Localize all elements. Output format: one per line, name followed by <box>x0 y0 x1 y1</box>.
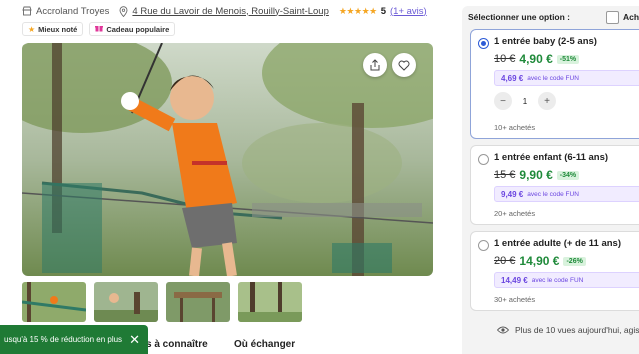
badge-best-rated: ★ Mieux noté <box>22 22 84 36</box>
price-row: 10 € 4,90 € -51% <box>494 52 580 66</box>
option-radio[interactable] <box>478 154 489 165</box>
sold-count: 30+ achetés <box>494 295 536 304</box>
sold-count: 20+ achetés <box>494 209 536 218</box>
rating-stars-icon: ★★★★★ <box>338 5 377 16</box>
new-price: 14,90 € <box>519 254 560 268</box>
code-price: 9,49 € <box>501 189 524 199</box>
option-title: 1 entrée adulte (+ de 11 ans) <box>494 238 621 249</box>
place-name: Accroland Troyes <box>36 5 110 17</box>
listing-info-bar: Accroland Troyes 4 Rue du Lavoir de Meno… <box>22 3 427 19</box>
star-icon: ★ <box>28 24 36 34</box>
hero-photo[interactable] <box>22 43 433 276</box>
share-icon <box>370 59 380 71</box>
discount-badge: -34% <box>556 170 580 180</box>
options-heading: Sélectionner une option : <box>468 12 571 22</box>
address-link[interactable]: 4 Rue du Lavoir de Menois, Rouilly-Saint… <box>132 6 328 17</box>
thumbnail-3[interactable] <box>166 282 230 322</box>
views-text: Plus de 10 vues aujourd'hui, agis <box>515 325 639 335</box>
code-price: 14,49 € <box>501 275 528 285</box>
gift-checkbox[interactable] <box>606 11 619 24</box>
thumbnail-4[interactable] <box>238 282 302 322</box>
option-card-adult[interactable]: 1 entrée adulte (+ de 11 ans) 20 € 14,90… <box>470 231 639 311</box>
badge-label: Cadeau populaire <box>106 24 170 34</box>
reviews-link[interactable]: (1+ avis) <box>390 6 427 17</box>
promo-code-box: 4,69 € avec le code FUN <box>494 70 639 86</box>
thumbnail-2[interactable] <box>94 282 158 322</box>
views-info: Plus de 10 vues aujourd'hui, agis <box>497 325 639 335</box>
store-icon <box>22 6 32 16</box>
share-button[interactable] <box>363 53 387 77</box>
discount-badge: -51% <box>556 54 580 64</box>
price-row: 15 € 9,90 € -34% <box>494 168 580 182</box>
promo-code-box: 9,49 € avec le code FUN <box>494 186 639 202</box>
code-price: 4,69 € <box>501 73 524 83</box>
favorite-button[interactable] <box>392 53 416 77</box>
minus-button[interactable]: − <box>494 92 512 110</box>
option-title: 1 entrée enfant (6-11 ans) <box>494 152 609 163</box>
quantity-stepper: − 1 + <box>494 92 556 110</box>
old-price: 10 € <box>494 53 516 65</box>
option-card-child[interactable]: 1 entrée enfant (6-11 ans) 15 € 9,90 € -… <box>470 145 639 225</box>
thumbnail-strip <box>22 282 302 322</box>
option-radio[interactable] <box>478 38 489 49</box>
map-pin-icon <box>119 5 128 17</box>
gift-icon <box>95 24 104 34</box>
option-title: 1 entrée baby (2-5 ans) <box>494 36 597 47</box>
new-price: 4,90 € <box>519 52 553 66</box>
tab-where-to-redeem[interactable]: Où échanger <box>234 339 295 350</box>
badge-label: Mieux noté <box>38 24 78 34</box>
code-text: avec le code FUN <box>531 276 584 284</box>
rating-value: 5 <box>380 5 386 17</box>
quantity-value: 1 <box>522 96 528 106</box>
promo-toast: usqu'à 15 % de réduction en plus ✕ <box>0 325 148 354</box>
sold-count: 10+ achetés <box>494 123 536 132</box>
badges-row: ★ Mieux noté Cadeau populaire <box>22 22 176 36</box>
heart-icon <box>398 60 410 71</box>
hero-photo-illustration <box>22 43 433 276</box>
old-price: 20 € <box>494 255 516 267</box>
code-text: avec le code FUN <box>527 190 579 198</box>
eye-icon <box>497 326 509 334</box>
price-row: 20 € 14,90 € -26% <box>494 254 586 268</box>
tab-good-to-know[interactable]: s à connaître <box>146 339 208 350</box>
option-card-baby[interactable]: 1 entrée baby (2-5 ans) 10 € 4,90 € -51%… <box>470 29 639 139</box>
new-price: 9,90 € <box>519 168 553 182</box>
plus-button[interactable]: + <box>538 92 556 110</box>
option-radio[interactable] <box>478 240 489 251</box>
promo-code-box: 14,49 € avec le code FUN <box>494 272 639 288</box>
thumbnail-1[interactable] <box>22 282 86 322</box>
old-price: 15 € <box>494 169 516 181</box>
close-icon[interactable]: ✕ <box>129 332 140 348</box>
discount-badge: -26% <box>563 256 586 266</box>
checkbox-label: Ache <box>623 12 639 22</box>
code-text: avec le code FUN <box>527 74 579 82</box>
toast-text: usqu'à 15 % de réduction en plus <box>4 335 123 344</box>
badge-popular-gift: Cadeau populaire <box>89 22 176 36</box>
